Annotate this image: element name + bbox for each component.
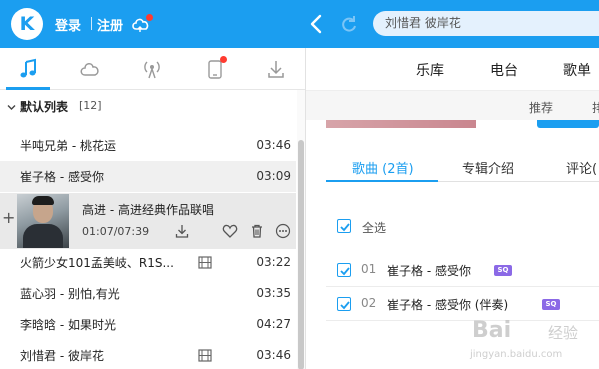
album-cover bbox=[17, 194, 69, 248]
banner-image bbox=[326, 120, 476, 128]
select-all-label: 全选 bbox=[362, 221, 387, 235]
song-row[interactable]: 崔子格 - 感受你 03:09 bbox=[0, 161, 296, 192]
scrollbar-thumb[interactable] bbox=[298, 140, 304, 369]
now-playing-title: 高进 - 高进经典作品联唱 bbox=[82, 203, 214, 217]
nav-radio[interactable]: 电台 bbox=[490, 60, 518, 80]
radio-icon[interactable] bbox=[141, 58, 163, 80]
top-bar: K 登录 注册 刘惜君 彼岸花 bbox=[0, 0, 599, 48]
more-icon[interactable] bbox=[275, 223, 291, 239]
song-name: 李晗晗 - 如果时光 bbox=[20, 318, 116, 332]
mv-icon[interactable] bbox=[198, 349, 212, 362]
cloud-icon[interactable] bbox=[79, 58, 101, 80]
scrollbar[interactable] bbox=[297, 90, 305, 369]
subnav-rank[interactable]: 排 bbox=[592, 99, 599, 116]
active-tab-underline bbox=[326, 180, 438, 182]
song-name: 崔子格 - 感受你 bbox=[20, 170, 104, 184]
song-row[interactable]: 蓝心羽 - 别怕,有光 03:35 bbox=[0, 278, 296, 309]
sub-nav: 推荐 排 bbox=[306, 90, 599, 120]
now-playing-row[interactable]: + 高进 - 高进经典作品联唱 01:07/07:39 bbox=[0, 193, 296, 249]
nav-playlists[interactable]: 歌单 bbox=[563, 60, 591, 80]
app-logo[interactable]: K bbox=[11, 8, 43, 40]
trash-icon[interactable] bbox=[249, 223, 265, 239]
register-link[interactable]: 注册 bbox=[97, 15, 123, 34]
left-panel: 默认列表 [12] 半吨兄弟 - 桃花运 03:46 崔子格 - 感受你 03:… bbox=[0, 48, 306, 369]
notification-dot bbox=[146, 14, 153, 21]
song-duration: 03:46 bbox=[256, 138, 291, 152]
song-duration: 03:35 bbox=[256, 286, 291, 300]
refresh-icon[interactable] bbox=[339, 13, 359, 35]
divider bbox=[91, 17, 92, 30]
tab-album-intro[interactable]: 专辑介绍 bbox=[462, 158, 514, 177]
song-row[interactable]: 刘惜君 - 彼岸花 03:46 bbox=[0, 340, 296, 369]
music-note-icon[interactable] bbox=[18, 58, 40, 80]
song-name: 蓝心羽 - 别怕,有光 bbox=[20, 287, 120, 301]
song-row[interactable]: 半吨兄弟 - 桃花运 03:46 bbox=[0, 130, 296, 161]
song-duration: 03:09 bbox=[256, 169, 291, 183]
login-link[interactable]: 登录 bbox=[55, 15, 81, 34]
download-icon[interactable] bbox=[174, 223, 190, 239]
song-row[interactable]: 李晗晗 - 如果时光 04:27 bbox=[0, 309, 296, 340]
playlist-header[interactable]: 默认列表 [12] bbox=[0, 96, 300, 118]
baidu-watermark: Bai 经验 jingyan.baidu.com bbox=[468, 318, 599, 369]
track-number: 01 bbox=[361, 262, 377, 276]
row-divider bbox=[326, 286, 599, 287]
song-duration: 04:27 bbox=[256, 317, 291, 331]
track-checkbox[interactable] bbox=[337, 263, 351, 277]
track-number: 02 bbox=[361, 296, 377, 310]
song-duration: 03:46 bbox=[256, 348, 291, 362]
left-tab-bar bbox=[0, 48, 305, 90]
active-tab-indicator bbox=[6, 87, 50, 90]
banner-button[interactable] bbox=[537, 120, 599, 128]
song-duration: 03:22 bbox=[256, 255, 291, 269]
select-all-checkbox[interactable] bbox=[337, 219, 351, 233]
chevron-down-icon[interactable] bbox=[7, 101, 16, 110]
playlist-title: 默认列表 bbox=[20, 100, 69, 114]
track-name[interactable]: 崔子格 - 感受你 (伴奏) bbox=[387, 296, 508, 313]
sq-badge: SQ bbox=[494, 265, 512, 276]
download-icon[interactable] bbox=[265, 58, 287, 80]
heart-icon[interactable] bbox=[222, 223, 238, 239]
search-input[interactable]: 刘惜君 彼岸花 bbox=[373, 11, 599, 36]
add-icon[interactable]: + bbox=[2, 208, 15, 227]
track-row[interactable]: 02 崔子格 - 感受你 (伴奏) SQ bbox=[326, 290, 599, 318]
watermark-url: jingyan.baidu.com bbox=[470, 349, 563, 360]
tab-comments[interactable]: 评论( bbox=[566, 158, 597, 177]
nav-library[interactable]: 乐库 bbox=[416, 60, 444, 80]
track-name[interactable]: 崔子格 - 感受你 bbox=[387, 262, 471, 279]
song-row[interactable]: 火箭少女101孟美岐、R1S... 03:22 bbox=[0, 247, 296, 278]
playlist-count: [12] bbox=[79, 99, 102, 112]
song-name: 刘惜君 - 彼岸花 bbox=[20, 349, 104, 363]
back-arrow-icon[interactable] bbox=[309, 13, 323, 35]
subnav-recommend[interactable]: 推荐 bbox=[529, 99, 553, 116]
watermark-logo: Bai bbox=[472, 318, 512, 343]
song-name: 半吨兄弟 - 桃花运 bbox=[20, 139, 116, 153]
song-name: 火箭少女101孟美岐、R1S... bbox=[20, 256, 174, 270]
mv-icon[interactable] bbox=[198, 256, 212, 269]
track-checkbox[interactable] bbox=[337, 297, 351, 311]
track-row[interactable]: 01 崔子格 - 感受你 SQ bbox=[326, 256, 599, 284]
watermark-label: 经验 bbox=[548, 324, 579, 342]
tab-songs[interactable]: 歌曲 (2首) bbox=[352, 158, 414, 177]
device-badge bbox=[220, 56, 227, 63]
sq-badge: SQ bbox=[542, 299, 560, 310]
now-playing-time: 01:07/07:39 bbox=[82, 225, 150, 238]
